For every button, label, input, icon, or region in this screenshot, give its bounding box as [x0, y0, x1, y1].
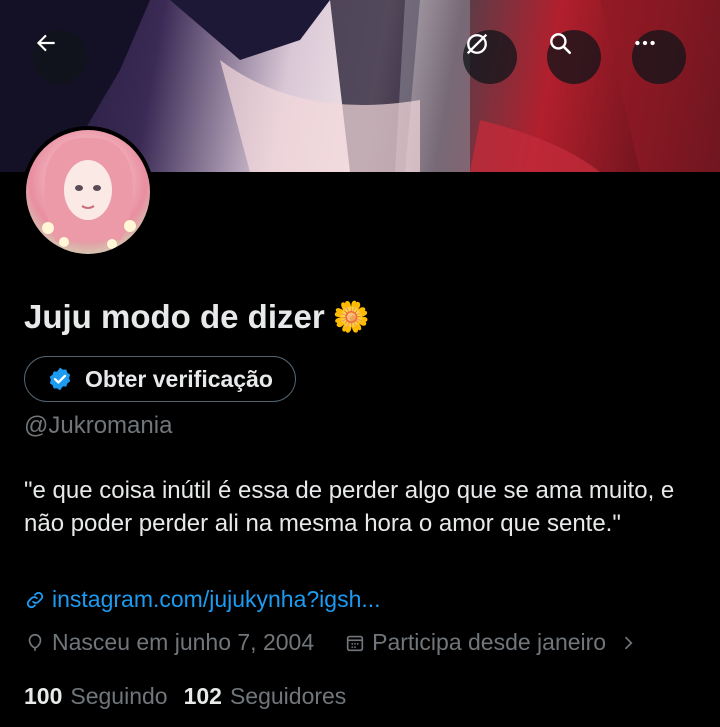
link-icon	[26, 591, 44, 608]
followers-link[interactable]: 102 Seguidores	[184, 683, 347, 710]
calendar-icon	[346, 635, 364, 651]
following-count: 100	[24, 683, 63, 709]
profile-link-text[interactable]: instagram.com/jujukynha?igsh...	[52, 586, 381, 613]
grok-button[interactable]	[463, 30, 517, 84]
joined-info[interactable]: Participa desde janeiro	[344, 629, 638, 656]
followers-count: 102	[183, 683, 222, 709]
display-name-text: Juju modo de dizer	[24, 298, 325, 335]
more-horizontal-icon	[635, 40, 655, 46]
follow-stats: 100 Seguindo 102 Seguidores	[24, 683, 346, 710]
get-verified-button[interactable]: Obter verificação	[24, 356, 296, 402]
profile-link[interactable]: instagram.com/jujukynha?igsh...	[24, 586, 381, 613]
more-button[interactable]	[632, 30, 686, 84]
followers-label: Seguidores	[229, 683, 347, 709]
birthday-info: Nasceu em junho 7, 2004	[24, 629, 314, 656]
username-handle: @Jukromania	[24, 412, 173, 439]
arrow-left-icon	[36, 34, 55, 52]
chevron-right-icon	[625, 636, 633, 649]
grok-icon	[466, 33, 488, 55]
avatar[interactable]	[22, 126, 154, 258]
following-label: Seguindo	[70, 683, 168, 709]
search-icon	[550, 33, 572, 55]
joined-text: Participa desde janeiro	[372, 629, 607, 655]
search-button[interactable]	[547, 30, 601, 84]
flower-emoji: 🌼	[332, 300, 371, 334]
balloon-icon	[28, 633, 42, 651]
verified-badge-icon	[49, 367, 71, 391]
profile-meta: Nasceu em junho 7, 2004 Participa desde …	[24, 629, 638, 656]
get-verified-label: Obter verificação	[85, 365, 273, 392]
birthday-text: Nasceu em junho 7, 2004	[52, 629, 315, 655]
bio-text: "e que coisa inútil é essa de perder alg…	[24, 477, 675, 537]
avatar-image	[26, 130, 150, 254]
display-name: Juju modo de dizer 🌼	[24, 298, 370, 336]
following-link[interactable]: 100 Seguindo	[24, 683, 168, 710]
back-button[interactable]	[33, 30, 87, 84]
